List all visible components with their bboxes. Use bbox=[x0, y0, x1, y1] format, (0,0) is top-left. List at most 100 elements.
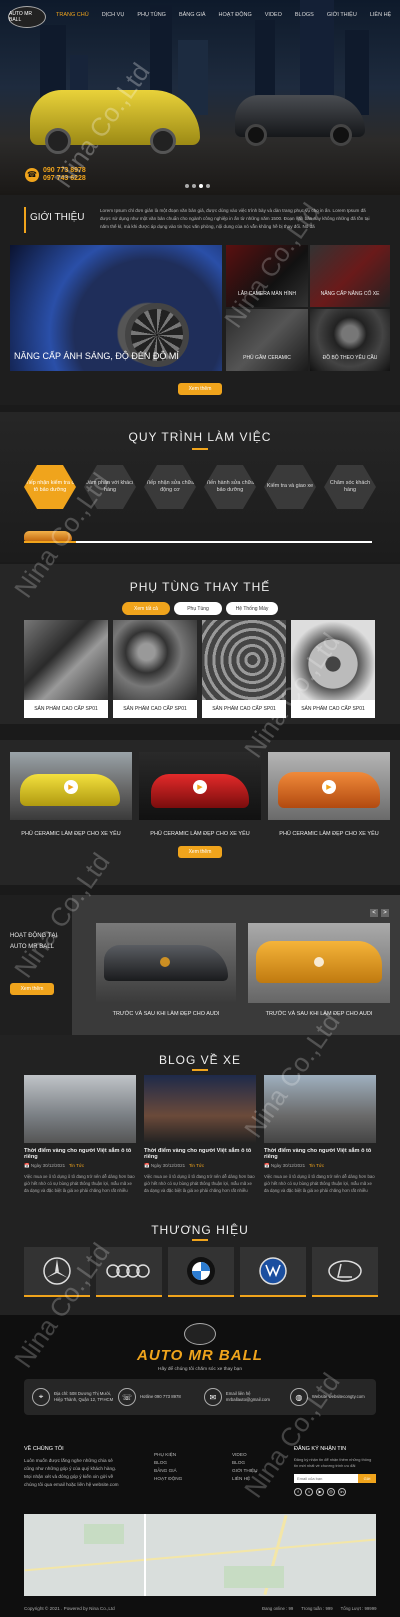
blog-card[interactable]: Thời điểm vàng cho người Việt sắm ô tô r… bbox=[144, 1075, 256, 1195]
compare-handle-icon[interactable] bbox=[314, 957, 324, 967]
footer-link[interactable]: PHỤ KIỆN bbox=[154, 1451, 182, 1459]
blog-post-title[interactable]: Thời điểm vàng cho người Việt sắm ô tô r… bbox=[264, 1148, 376, 1160]
service-image[interactable]: ĐỒ BỘ THEO YÊU CẦU bbox=[310, 309, 390, 371]
nav-activities[interactable]: HOẠT ĐỘNG bbox=[219, 12, 252, 18]
intro-more-button[interactable]: Xem thêm bbox=[178, 383, 222, 395]
newsletter-submit-button[interactable]: Gửi bbox=[358, 1473, 376, 1483]
volkswagen-logo-icon[interactable] bbox=[240, 1247, 306, 1297]
compare-handle-icon[interactable] bbox=[160, 957, 170, 967]
hotline-block[interactable]: ☎ 090 773 8978 097 743 6228 bbox=[25, 167, 86, 182]
newsletter-email-input[interactable] bbox=[294, 1473, 358, 1483]
nav-contact[interactable]: LIÊN HỆ bbox=[370, 12, 391, 18]
contact-email[interactable]: ✉ Email liên hệ mrballauto@gmail.com bbox=[203, 1388, 290, 1406]
product-card[interactable]: SẢN PHẨM CAO CẤP SP01 bbox=[202, 620, 286, 718]
video-thumbnail[interactable]: ▶ bbox=[10, 752, 132, 820]
intro-accent bbox=[24, 207, 26, 233]
tab-all[interactable]: Xem tất cả bbox=[122, 602, 170, 615]
prev-arrow-icon[interactable]: < bbox=[370, 909, 378, 917]
blog-tag[interactable]: Tin Tức bbox=[189, 1163, 204, 1168]
video-title[interactable]: PHỦ CERAMIC LÀM ĐẸP CHO XE YÊU bbox=[139, 831, 261, 837]
twitter-icon[interactable]: t bbox=[305, 1487, 313, 1496]
process-step-3[interactable]: Tiếp nhận sửa chữa động cơ bbox=[144, 465, 196, 509]
footer-link[interactable]: VIDEO bbox=[232, 1451, 258, 1459]
video-thumbnail[interactable]: ▶ bbox=[268, 752, 390, 820]
product-card[interactable]: SẢN PHẨM CAO CẤP SP01 bbox=[113, 620, 197, 718]
next-arrow-icon[interactable]: > bbox=[381, 909, 389, 917]
stat-online: Đang online : 99 bbox=[262, 1606, 294, 1611]
tab-engine[interactable]: Hệ Thống Máy bbox=[226, 602, 278, 615]
play-icon[interactable]: ▶ bbox=[322, 780, 336, 794]
newsletter-form: Gửi bbox=[294, 1473, 376, 1483]
youtube-icon[interactable]: ▶ bbox=[316, 1487, 324, 1496]
video-title[interactable]: PHỦ CERAMIC LÀM ĐẸP CHO XE YÊU bbox=[268, 831, 390, 837]
blog-date: Ngày 30/12/2021 bbox=[30, 1163, 66, 1168]
footer-link[interactable]: BẢNG GIÁ bbox=[154, 1467, 182, 1475]
social-links: f t ▶ ◎ in bbox=[294, 1487, 376, 1496]
linkedin-icon[interactable]: in bbox=[338, 1487, 346, 1496]
play-icon[interactable]: ▶ bbox=[64, 780, 78, 794]
service-image[interactable]: NÂNG CẤP NÂNG CỐ XE bbox=[310, 245, 390, 307]
contact-hotline[interactable]: ☏ Hotline 090 773 8978 bbox=[117, 1388, 204, 1406]
footer-link[interactable]: LIÊN HỆ bbox=[232, 1475, 258, 1483]
footer-link[interactable]: HOẠT ĐỘNG bbox=[154, 1475, 182, 1483]
play-icon[interactable]: ▶ bbox=[193, 780, 207, 794]
nav-parts[interactable]: PHỤ TÙNG bbox=[137, 12, 166, 18]
contact-website[interactable]: ◍ Website websitecongty.com bbox=[289, 1388, 368, 1406]
nav-pricing[interactable]: BẢNG GIÁ bbox=[179, 12, 206, 18]
nav-home[interactable]: TRANG CHỦ bbox=[56, 12, 89, 18]
process-step-1[interactable]: Tiếp nhận kiểm tra ô tô bảo dưỡng bbox=[24, 465, 76, 509]
map-embed[interactable] bbox=[24, 1514, 376, 1596]
process-step-2[interactable]: Đàm phán với khách hàng bbox=[84, 465, 136, 509]
title-underline bbox=[192, 448, 208, 450]
blog-tag[interactable]: Tin Tức bbox=[69, 1163, 84, 1168]
blog-image bbox=[24, 1075, 136, 1143]
blog-date: Ngày 30/12/2021 bbox=[150, 1163, 186, 1168]
bmw-logo-icon[interactable] bbox=[168, 1247, 234, 1297]
process-step-4[interactable]: Tiến hành sửa chữa bảo dưỡng bbox=[204, 465, 256, 509]
slider-dot[interactable] bbox=[206, 184, 210, 188]
service-image[interactable]: LẮP CAMERA MÀN HÌNH bbox=[226, 245, 308, 307]
mail-icon: ✉ bbox=[203, 1388, 222, 1406]
blog-card[interactable]: Thời điểm vàng cho người Việt sắm ô tô r… bbox=[264, 1075, 376, 1195]
process-step-6[interactable]: Chăm sóc khách hàng bbox=[324, 465, 376, 509]
blog-post-title[interactable]: Thời điểm vàng cho người Việt sắm ô tô r… bbox=[24, 1148, 136, 1160]
tab-parts[interactable]: Phụ Tùng bbox=[174, 602, 222, 615]
lexus-logo-icon[interactable] bbox=[312, 1247, 378, 1297]
phone-icon: ☏ bbox=[117, 1388, 136, 1406]
intro-text: Lorem Ipsum chỉ đơn giản là một đoạn văn… bbox=[100, 208, 370, 229]
product-card[interactable]: SẢN PHẨM CAO CẤP SP01 bbox=[24, 620, 108, 718]
facebook-icon[interactable]: f bbox=[294, 1487, 302, 1496]
blog-tag[interactable]: Tin Tức bbox=[309, 1163, 324, 1168]
nav-blogs[interactable]: BLOGS bbox=[295, 12, 314, 18]
footer-link[interactable]: BLOG bbox=[154, 1459, 182, 1467]
nav-about[interactable]: GIỚI THIỆU bbox=[327, 12, 357, 18]
video-thumbnail[interactable]: ▶ bbox=[139, 752, 261, 820]
activity-image[interactable] bbox=[96, 923, 236, 1003]
mercedes-logo-icon[interactable] bbox=[24, 1247, 90, 1297]
footer-link[interactable]: BLOG bbox=[232, 1459, 258, 1467]
blog-post-title[interactable]: Thời điểm vàng cho người Việt sắm ô tô r… bbox=[144, 1148, 256, 1160]
product-card[interactable]: SẢN PHẨM CAO CẤP SP01 bbox=[291, 620, 375, 718]
contact-label: Website websitecongty.com bbox=[311, 1393, 365, 1399]
service-image-main[interactable]: NÂNG CẤP ÁNH SÁNG, ĐỘ ĐÈN ĐỘ MÍ bbox=[10, 245, 222, 371]
video-more-button[interactable]: Xem thêm bbox=[178, 846, 222, 858]
audi-logo-icon[interactable] bbox=[96, 1247, 162, 1297]
footer-link[interactable]: GIỚI THIỆU bbox=[232, 1467, 258, 1475]
slider-dot-active[interactable] bbox=[199, 184, 203, 188]
slider-dot[interactable] bbox=[192, 184, 196, 188]
service-image[interactable]: PHỦ GẦM CERAMIC bbox=[226, 309, 308, 371]
blog-card[interactable]: Thời điểm vàng cho người Việt sắm ô tô r… bbox=[24, 1075, 136, 1195]
activity-caption[interactable]: TRƯỚC VÀ SAU KHI LÀM ĐẸP CHO AUDI bbox=[96, 1011, 236, 1017]
nav-video[interactable]: VIDEO bbox=[265, 12, 282, 18]
activity-image[interactable] bbox=[248, 923, 390, 1003]
stat-week: Trong tuần : 999 bbox=[301, 1606, 333, 1611]
slider-dot[interactable] bbox=[185, 184, 189, 188]
activity-caption[interactable]: TRƯỚC VÀ SAU KHI LÀM ĐẸP CHO AUDI bbox=[248, 1011, 390, 1017]
process-step-5[interactable]: Kiểm tra và giao xe bbox=[264, 465, 316, 509]
activity-more-button[interactable]: Xem thêm bbox=[10, 983, 54, 995]
nav-services[interactable]: DỊCH VỤ bbox=[102, 12, 125, 18]
video-title[interactable]: PHỦ CERAMIC LÀM ĐẸP CHO XE YÊU bbox=[10, 831, 132, 837]
instagram-icon[interactable]: ◎ bbox=[327, 1487, 335, 1496]
site-logo[interactable]: AUTO MR BALL bbox=[8, 6, 46, 28]
service-caption: LẮP CAMERA MÀN HÌNH bbox=[238, 291, 296, 297]
